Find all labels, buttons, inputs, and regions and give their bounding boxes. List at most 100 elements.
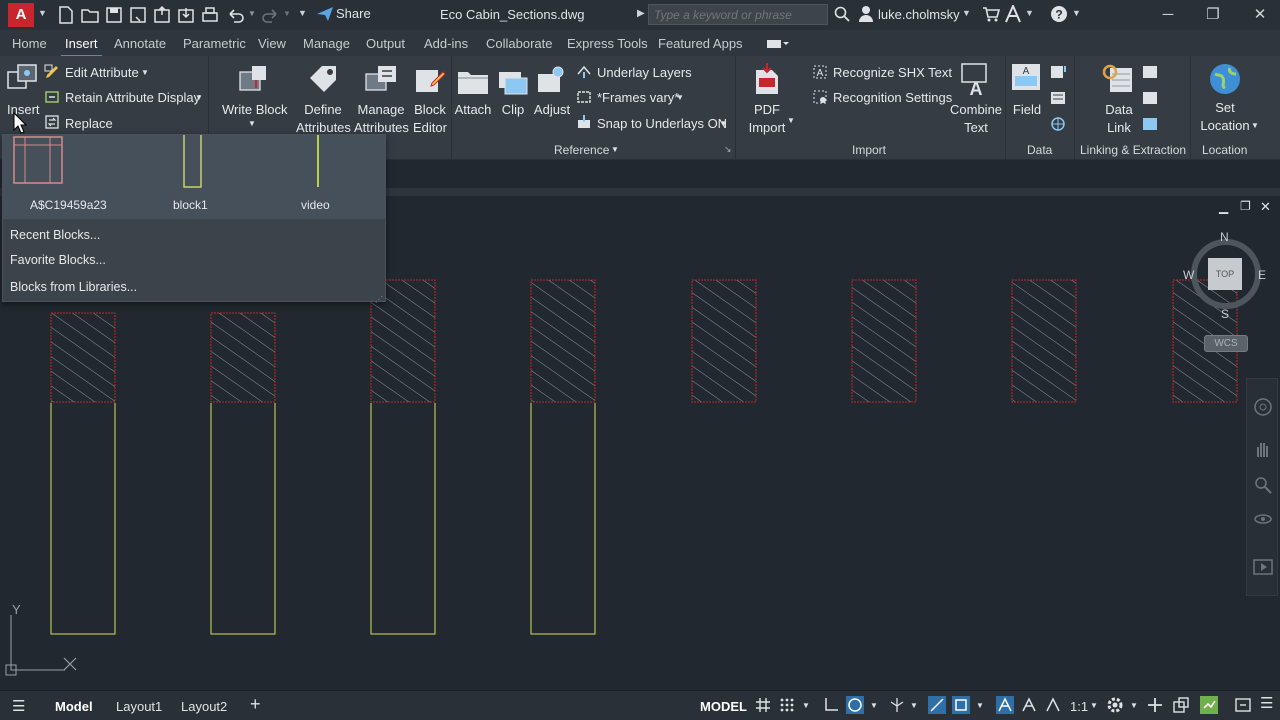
manage-attributes-icon[interactable] bbox=[364, 62, 398, 96]
hatched-section[interactable] bbox=[210, 312, 276, 403]
plot-icon[interactable] bbox=[200, 5, 220, 25]
extract-data-icon[interactable] bbox=[1142, 116, 1160, 132]
pdf-import-icon[interactable] bbox=[750, 62, 784, 96]
panel-title-reference[interactable]: Reference bbox=[554, 143, 609, 157]
upload-to-source-icon[interactable] bbox=[1142, 90, 1160, 106]
edit-attribute-button[interactable]: Edit Attribute bbox=[65, 65, 139, 80]
app-logo[interactable]: A bbox=[8, 3, 34, 27]
tab-layout1[interactable]: Layout1 bbox=[116, 699, 162, 714]
recent-blocks-item[interactable]: Recent Blocks... bbox=[10, 228, 100, 242]
save-as-icon[interactable] bbox=[128, 5, 148, 25]
share-button[interactable]: Share bbox=[336, 6, 371, 21]
replace-button[interactable]: Replace bbox=[65, 116, 113, 131]
object-snap-tracking-icon[interactable] bbox=[928, 696, 946, 714]
define-attributes-line1[interactable]: Define bbox=[297, 102, 349, 117]
recognize-shx-icon[interactable]: A bbox=[812, 64, 828, 80]
tab-layout2[interactable]: Layout2 bbox=[181, 699, 227, 714]
tab-view[interactable]: View bbox=[258, 36, 286, 51]
showmotion-icon[interactable] bbox=[1253, 559, 1273, 575]
grid-icon[interactable] bbox=[754, 696, 772, 714]
redo-dropdown-icon[interactable]: ▼ bbox=[283, 9, 291, 18]
block-editor-icon[interactable] bbox=[413, 62, 447, 96]
column-outline[interactable] bbox=[370, 403, 436, 635]
open-folder-icon[interactable] bbox=[80, 5, 100, 25]
hardware-acceleration-icon[interactable] bbox=[1200, 696, 1218, 714]
set-location-dropdown-icon[interactable]: ▼ bbox=[1251, 121, 1259, 130]
reference-panel-expand-icon[interactable]: ▼ bbox=[611, 145, 619, 154]
column-outline[interactable] bbox=[50, 403, 116, 635]
isolate-objects-icon[interactable] bbox=[1172, 696, 1190, 714]
set-location-line1[interactable]: Set bbox=[1205, 100, 1245, 115]
hatched-section[interactable] bbox=[50, 312, 116, 403]
recognition-settings-icon[interactable] bbox=[812, 89, 828, 105]
cart-icon[interactable] bbox=[982, 6, 1000, 22]
replace-icon[interactable] bbox=[44, 114, 60, 130]
resize-grip-icon[interactable]: ⋰ bbox=[375, 295, 383, 304]
add-layout-icon[interactable]: + bbox=[250, 694, 261, 715]
steering-wheel-icon[interactable] bbox=[1253, 397, 1273, 417]
compass-south[interactable]: S bbox=[1221, 307, 1229, 321]
underlay-layers-button[interactable]: Underlay Layers bbox=[597, 65, 692, 80]
ole-object-icon[interactable] bbox=[1050, 90, 1068, 106]
edit-attribute-icon[interactable] bbox=[44, 64, 60, 80]
field-icon[interactable]: A bbox=[1010, 62, 1044, 96]
tab-parametric[interactable]: Parametric bbox=[183, 36, 246, 51]
define-attributes-line2[interactable]: Attributes bbox=[296, 120, 351, 135]
column-outline[interactable] bbox=[210, 403, 276, 635]
connect-dropdown-icon[interactable]: ▼ bbox=[1025, 8, 1034, 18]
search-input[interactable] bbox=[648, 4, 828, 25]
tab-output[interactable]: Output bbox=[366, 36, 405, 51]
autodesk-a-icon[interactable] bbox=[1004, 5, 1022, 23]
clip-button[interactable]: Clip bbox=[496, 102, 530, 117]
write-block-button[interactable]: Write Block bbox=[222, 102, 288, 117]
save-icon[interactable] bbox=[104, 5, 124, 25]
compass-west[interactable]: W bbox=[1183, 268, 1194, 282]
combine-text-line1[interactable]: Combine bbox=[950, 102, 1002, 117]
customization-menu-icon[interactable]: ☰ bbox=[1260, 694, 1273, 712]
pdf-import-dropdown-icon[interactable]: ▼ bbox=[787, 116, 795, 125]
viewcube-top-face[interactable]: TOP bbox=[1208, 258, 1242, 290]
workspace-dropdown-icon[interactable]: ▼ bbox=[1130, 701, 1138, 710]
tab-collaborate[interactable]: Collaborate bbox=[486, 36, 553, 51]
tab-add-ins[interactable]: Add-ins bbox=[424, 36, 468, 51]
open-web-icon[interactable] bbox=[152, 5, 172, 25]
snap-dropdown-icon[interactable]: ▼ bbox=[720, 119, 728, 128]
block-editor-line2[interactable]: Editor bbox=[410, 120, 450, 135]
retain-attribute-display-button[interactable]: Retain Attribute Display bbox=[65, 90, 200, 105]
tab-model[interactable]: Model bbox=[55, 699, 93, 714]
pdf-import-line1[interactable]: PDF bbox=[748, 102, 786, 117]
isodraft-dropdown-icon[interactable]: ▼ bbox=[910, 701, 918, 710]
write-block-icon[interactable] bbox=[236, 62, 270, 96]
tab-express-tools[interactable]: Express Tools bbox=[567, 36, 648, 51]
workspace-gear-icon[interactable] bbox=[1106, 696, 1124, 714]
auto-scale-icon[interactable] bbox=[1020, 696, 1038, 714]
reference-dialog-launcher-icon[interactable]: ↘ bbox=[724, 144, 732, 155]
zoom-extents-icon[interactable] bbox=[1253, 475, 1273, 495]
hatched-section[interactable] bbox=[1011, 279, 1077, 403]
manage-attributes-line1[interactable]: Manage bbox=[355, 102, 407, 117]
retain-attribute-icon[interactable] bbox=[44, 89, 60, 105]
restore-icon[interactable]: ❐ bbox=[1201, 4, 1225, 26]
panel-title-data[interactable]: Data bbox=[1027, 143, 1052, 157]
field-button[interactable]: Field bbox=[1008, 102, 1046, 117]
annotation-monitor-icon[interactable] bbox=[1146, 696, 1164, 714]
wcs-menu[interactable]: WCS bbox=[1204, 335, 1248, 352]
block-thumbnail[interactable]: block1 bbox=[163, 135, 223, 215]
search-icon[interactable] bbox=[834, 6, 850, 22]
minimize-icon[interactable]: ─ bbox=[1156, 4, 1180, 26]
tab-manage[interactable]: Manage bbox=[303, 36, 350, 51]
retain-attribute-dropdown-icon[interactable]: ▼ bbox=[195, 93, 203, 102]
polar-tracking-icon[interactable] bbox=[846, 696, 864, 714]
frames-vary-icon[interactable] bbox=[576, 89, 592, 105]
update-fields-icon[interactable] bbox=[1050, 64, 1068, 80]
hatched-section[interactable] bbox=[691, 279, 757, 403]
undo-icon[interactable] bbox=[226, 5, 246, 25]
attach-button[interactable]: Attach bbox=[453, 102, 493, 117]
undo-dropdown-icon[interactable]: ▼ bbox=[248, 9, 256, 18]
data-link-icon[interactable] bbox=[1102, 62, 1136, 96]
blocks-from-libraries-item[interactable]: Blocks from Libraries... bbox=[10, 280, 137, 294]
clip-icon[interactable] bbox=[497, 66, 529, 96]
frames-vary-dropdown-icon[interactable]: ▼ bbox=[676, 93, 684, 102]
help-dropdown-icon[interactable]: ▼ bbox=[1072, 8, 1081, 18]
edit-attribute-dropdown-icon[interactable]: ▼ bbox=[141, 68, 149, 77]
